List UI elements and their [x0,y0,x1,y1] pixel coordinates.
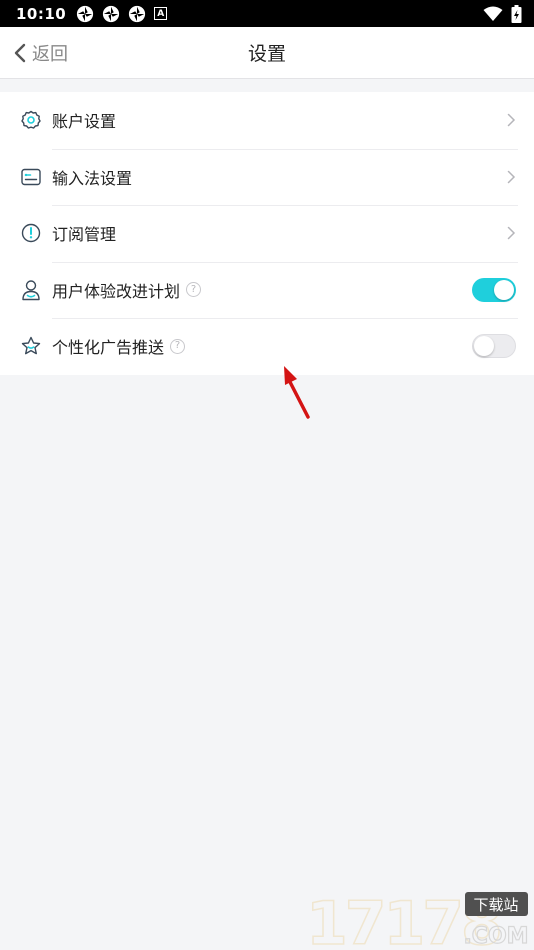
pinwheel-icon [77,5,94,22]
status-bar: 10:10 A [0,0,534,27]
back-label: 返回 [32,44,68,65]
wifi-icon [483,6,503,21]
chevron-right-icon [507,226,516,240]
chevron-left-icon [14,43,26,63]
gear-icon [20,109,42,131]
help-icon[interactable]: ? [170,338,186,354]
watermark-badge: 下载站 [473,896,518,914]
help-icon[interactable]: ? [186,282,202,298]
user-experience-program-row: 用户体验改进计划 ? [0,261,534,319]
toggle-knob [494,279,514,300]
battery-icon [511,4,522,23]
personalized-ads-toggle[interactable] [472,334,516,359]
pinwheel-icon [129,5,146,22]
personalized-ads-label: 个性化广告推送 [52,338,165,358]
user-experience-program-label: 用户体验改进计划 [52,281,181,301]
pinwheel-icon [103,5,120,22]
subscription-management-label: 订阅管理 [52,225,117,245]
exclamation-circle-icon [20,222,42,244]
personalized-ads-row: 个性化广告推送 ? [0,318,534,375]
chevron-right-icon [507,170,516,184]
toggle-knob [474,336,494,357]
keyboard-icon [20,166,42,188]
notification-icons: A [76,5,168,23]
annotation-arrow-icon [284,366,310,419]
nav-bar: 返回 设置 [0,27,534,79]
account-settings-label: 账户设置 [52,112,117,132]
chevron-right-icon [507,113,516,127]
status-time: 10:10 [16,4,67,23]
input-method-settings-row[interactable]: 输入法设置 [0,148,534,206]
watermark-domain: .COM [463,924,528,948]
back-button[interactable]: 返回 [14,27,68,79]
account-settings-row[interactable]: 账户设置 [0,92,534,149]
subscription-management-row[interactable]: 订阅管理 [0,205,534,262]
a-badge-icon: A [154,7,168,20]
page-title: 设置 [247,43,286,65]
watermark-logo: 17178 下载站 .COM [305,888,529,948]
input-method-settings-label: 输入法设置 [52,168,133,188]
settings-list: 账户设置 输入法设置 订阅管理 用户体验改进计划 ? 个性化广告推送 ? [0,92,534,375]
system-icons [483,4,522,23]
user-experience-toggle[interactable] [472,277,516,302]
star-icon [20,335,42,357]
user-icon [20,279,42,301]
